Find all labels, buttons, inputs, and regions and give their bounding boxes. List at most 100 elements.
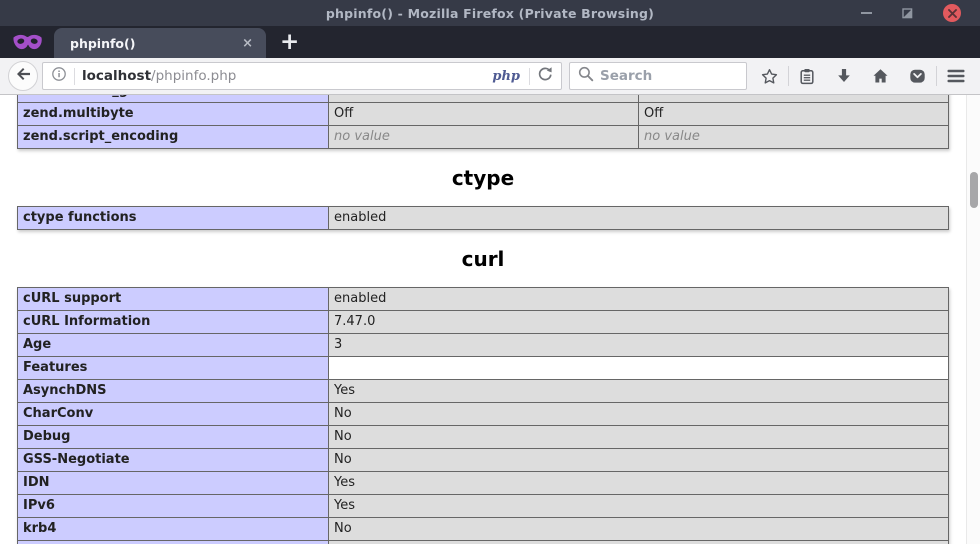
value-cell: No — [329, 403, 949, 426]
section-title-curl: curl — [0, 247, 966, 271]
tab-strip: phpinfo() × + — [0, 26, 980, 58]
value-cell: Yes — [329, 380, 949, 403]
section-title-ctype: ctype — [0, 166, 966, 190]
titlebar: phpinfo() - Mozilla Firefox (Private Bro… — [0, 0, 980, 26]
page-info-icon[interactable] — [51, 66, 67, 86]
reading-list-button[interactable] — [789, 61, 825, 91]
window-controls — [861, 0, 961, 26]
directive-cell: CharConv — [18, 403, 329, 426]
directive-cell — [18, 541, 329, 544]
tab-title: phpinfo() — [70, 36, 231, 51]
table-row: zend.multibyteOffOff — [18, 103, 949, 126]
table-row: DebugNo — [18, 426, 949, 449]
close-icon[interactable] — [943, 4, 961, 22]
value-cell: No — [329, 449, 949, 472]
clipboard-icon — [799, 68, 815, 85]
directive-cell: cURL support — [18, 288, 329, 311]
directive-cell: zend.multibyte — [18, 103, 329, 126]
directive-cell: ctype functions — [18, 207, 329, 230]
restore-icon[interactable] — [902, 8, 913, 19]
master-value-cell: Off — [639, 103, 949, 126]
directive-cell: IDN — [18, 472, 329, 495]
url-text: localhost/phpinfo.php — [82, 68, 485, 84]
value-cell: 7.47.0 — [329, 311, 949, 334]
php-badge: php — [492, 69, 522, 84]
table-row-clipped — [18, 541, 949, 544]
scrollbar-thumb[interactable] — [970, 172, 978, 208]
new-tab-button[interactable]: + — [280, 31, 299, 54]
toolbar-actions — [751, 61, 974, 91]
back-button[interactable] — [8, 61, 38, 91]
local-value-cell — [329, 95, 639, 103]
table-row: zend.script_encodingno valueno value — [18, 126, 949, 149]
directive-cell: Debug — [18, 426, 329, 449]
directive-cell: zend.enable_gc — [18, 95, 329, 103]
table-row: AsynchDNSYes — [18, 380, 949, 403]
firefox-window: phpinfo() - Mozilla Firefox (Private Bro… — [0, 0, 980, 544]
directive-cell: zend.script_encoding — [18, 126, 329, 149]
search-box[interactable] — [569, 62, 747, 90]
magnifier-icon — [578, 66, 594, 86]
ctype-table: ctype functionsenabled — [17, 206, 949, 230]
table-row: cURL supportenabled — [18, 288, 949, 311]
minimize-icon[interactable] — [861, 12, 872, 14]
directive-cell: krb4 — [18, 518, 329, 541]
reload-icon[interactable] — [537, 66, 553, 86]
table-row: ctype functionsenabled — [18, 207, 949, 230]
value-cell: enabled — [329, 207, 949, 230]
hamburger-icon — [947, 69, 965, 83]
star-icon — [761, 68, 778, 85]
bookmark-star-button[interactable] — [751, 61, 787, 91]
phpinfo-sections: ctypectype functionsenabledcurlcURL supp… — [0, 166, 966, 544]
url-host: localhost — [82, 68, 151, 84]
home-icon — [872, 68, 889, 84]
directive-cell: AsynchDNS — [18, 380, 329, 403]
table-row: IDNYes — [18, 472, 949, 495]
directive-cell: Features — [18, 357, 329, 380]
urlbar-divider — [529, 68, 530, 85]
master-value-cell: no value — [639, 126, 949, 149]
window-title: phpinfo() - Mozilla Firefox (Private Bro… — [0, 0, 980, 26]
tab-close-icon[interactable]: × — [239, 35, 256, 52]
value-cell: No — [329, 426, 949, 449]
urlbar-divider — [74, 68, 75, 85]
downloads-button[interactable] — [826, 61, 862, 91]
scrollbar-track[interactable] — [966, 95, 980, 544]
directive-cell: GSS-Negotiate — [18, 449, 329, 472]
table-row: GSS-NegotiateNo — [18, 449, 949, 472]
directive-cell: Age — [18, 334, 329, 357]
table-row: Age3 — [18, 334, 949, 357]
table-row: cURL Information7.47.0 — [18, 311, 949, 334]
table-row: IPv6Yes — [18, 495, 949, 518]
value-cell: Yes — [329, 495, 949, 518]
private-browsing-mask-icon — [0, 26, 54, 58]
search-input[interactable] — [600, 68, 738, 84]
back-arrow-icon — [15, 66, 31, 86]
directive-cell: IPv6 — [18, 495, 329, 518]
table-row-clipped: zend.enable_gc — [18, 95, 949, 103]
download-arrow-icon — [836, 68, 852, 84]
local-value-cell: no value — [329, 126, 639, 149]
table-row: Features — [18, 357, 949, 380]
zend-settings-table: zend.enable_gczend.multibyteOffOffzend.s… — [17, 95, 949, 149]
url-path: /phpinfo.php — [151, 68, 236, 84]
table-row: krb4No — [18, 518, 949, 541]
home-button[interactable] — [863, 61, 899, 91]
master-value-cell — [639, 95, 949, 103]
menu-button[interactable] — [938, 61, 974, 91]
value-cell: No — [329, 518, 949, 541]
pocket-icon — [909, 68, 926, 84]
navigation-toolbar: localhost/phpinfo.php php — [0, 58, 980, 95]
local-value-cell: Off — [329, 103, 639, 126]
table-row: CharConvNo — [18, 403, 949, 426]
phpinfo-page: zend.enable_gczend.multibyteOffOffzend.s… — [0, 95, 966, 544]
curl-table: cURL supportenabledcURL Information7.47.… — [17, 287, 949, 544]
value-cell — [329, 541, 949, 544]
directive-cell: cURL Information — [18, 311, 329, 334]
url-bar[interactable]: localhost/phpinfo.php php — [42, 62, 562, 90]
pocket-button[interactable] — [900, 61, 936, 91]
tab-phpinfo[interactable]: phpinfo() × — [54, 28, 266, 58]
value-cell: enabled — [329, 288, 949, 311]
value-cell — [329, 357, 949, 380]
value-cell: Yes — [329, 472, 949, 495]
